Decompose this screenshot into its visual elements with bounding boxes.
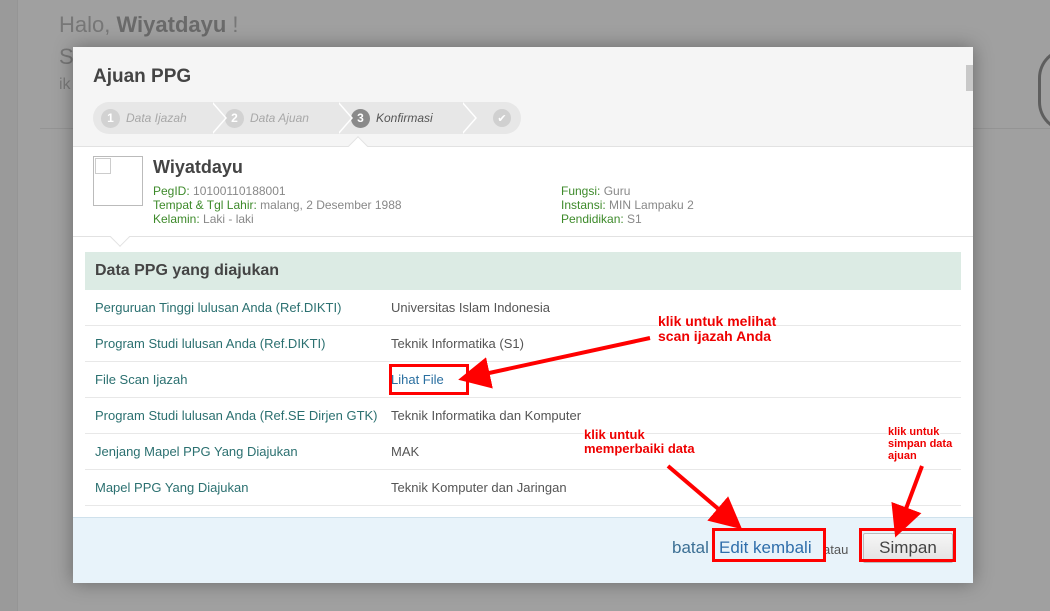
arrow-to-edit-kembali: [666, 464, 743, 530]
arrow-to-lihat-file: [458, 336, 651, 389]
arrow-to-simpan: [891, 465, 924, 538]
annotation-arrows: [458, 336, 924, 538]
